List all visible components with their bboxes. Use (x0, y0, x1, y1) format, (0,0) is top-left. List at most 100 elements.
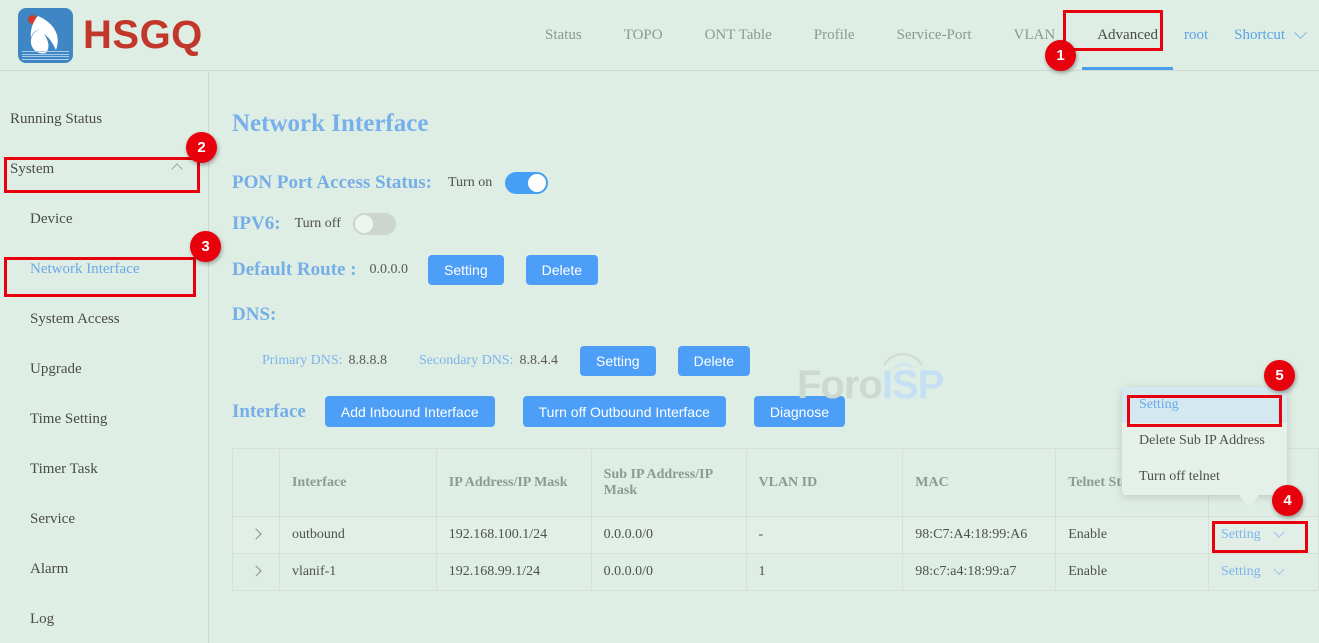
cell-vlan-id: - (746, 517, 903, 554)
sidebar-item-network-interface[interactable]: Network Interface (0, 244, 208, 294)
sidebar-label: Alarm (30, 561, 68, 578)
row-expand-cell[interactable] (233, 554, 280, 591)
dns-setting-button[interactable]: Setting (580, 346, 656, 376)
nav-item-service-port[interactable]: Service-Port (897, 0, 972, 70)
sidebar-label: Service (30, 511, 75, 528)
default-route-setting-button[interactable]: Setting (428, 255, 504, 285)
sidebar-label: System Access (30, 311, 120, 328)
dns-section-label-row: DNS: (232, 304, 276, 326)
sidebar-label: Upgrade (30, 361, 82, 378)
watermark-part1: Foro (797, 363, 882, 407)
table-header-vlan-id: VLAN ID (746, 449, 903, 517)
brand-logo[interactable]: HSGQ (18, 8, 203, 63)
cell-action: Setting (1209, 517, 1319, 554)
table-header-ip: IP Address/IP Mask (436, 449, 591, 517)
chevron-down-icon (1273, 527, 1284, 538)
sidebar-item-device[interactable]: Device (0, 194, 208, 244)
dropdown-item-setting[interactable]: Setting (1122, 387, 1287, 423)
sidebar-label: Device (30, 211, 72, 228)
nav-item-topo[interactable]: TOPO (624, 0, 663, 70)
sidebar-item-time-setting[interactable]: Time Setting (0, 394, 208, 444)
dropdown-item-turn-off-telnet[interactable]: Turn off telnet (1122, 459, 1287, 495)
primary-dns-value: 8.8.8.8 (349, 353, 388, 369)
cell-telnet-status: Enable (1056, 554, 1209, 591)
pon-port-label: PON Port Access Status: (232, 172, 432, 194)
chevron-right-icon[interactable] (250, 565, 261, 576)
nav-item-ont-table[interactable]: ONT Table (705, 0, 772, 70)
dns-values-row: Primary DNS: 8.8.8.8 Secondary DNS: 8.8.… (262, 346, 750, 376)
annotation-badge-3: 3 (190, 231, 221, 262)
cell-action: Setting (1209, 554, 1319, 591)
pon-port-toggle[interactable] (505, 172, 548, 194)
chevron-right-icon[interactable] (250, 528, 261, 539)
current-user-label[interactable]: root (1184, 27, 1208, 44)
interface-label: Interface (232, 401, 306, 423)
shortcut-label: Shortcut (1234, 27, 1285, 44)
sidebar-label: Log (30, 611, 54, 628)
cell-vlan-id: 1 (746, 554, 903, 591)
row-setting-dropdown-trigger[interactable]: Setting (1221, 527, 1283, 543)
dns-delete-button[interactable]: Delete (678, 346, 750, 376)
cell-sub-ip: 0.0.0.0/0 (591, 554, 746, 591)
user-area: root Shortcut (1184, 0, 1305, 70)
table-header-expand (233, 449, 280, 517)
secondary-dns-label: Secondary DNS: (419, 353, 514, 369)
row-setting-label: Setting (1221, 564, 1261, 580)
shortcut-menu[interactable]: Shortcut (1234, 27, 1305, 44)
table-body: outbound 192.168.100.1/24 0.0.0.0/0 - 98… (233, 517, 1319, 591)
foroisp-watermark: ForoISP (797, 363, 943, 408)
interface-actions-row: Interface Add Inbound Interface Turn off… (232, 396, 845, 427)
sidebar-item-system[interactable]: System (0, 144, 208, 194)
table-row: outbound 192.168.100.1/24 0.0.0.0/0 - 98… (233, 517, 1319, 554)
nav-item-status[interactable]: Status (545, 0, 582, 70)
ipv6-toggle[interactable] (353, 213, 396, 235)
sidebar-item-service[interactable]: Service (0, 494, 208, 544)
sidebar-item-log[interactable]: Log (0, 594, 208, 643)
row-expand-cell[interactable] (233, 517, 280, 554)
sidebar-item-timer-task[interactable]: Timer Task (0, 444, 208, 494)
sidebar-item-alarm[interactable]: Alarm (0, 544, 208, 594)
cell-mac: 98:c7:a4:18:99:a7 (903, 554, 1056, 591)
cell-interface: outbound (279, 517, 436, 554)
default-route-delete-button[interactable]: Delete (526, 255, 598, 285)
table-header-sub-ip: Sub IP Address/IP Mask (591, 449, 746, 517)
toggle-knob (528, 174, 546, 192)
sidebar-item-upgrade[interactable]: Upgrade (0, 344, 208, 394)
annotation-badge-1: 1 (1045, 40, 1076, 71)
sidebar-item-system-access[interactable]: System Access (0, 294, 208, 344)
table-header-mac: MAC (903, 449, 1056, 517)
row-setting-label: Setting (1221, 527, 1261, 543)
ipv6-row: IPV6: Turn off (232, 213, 396, 235)
chevron-down-icon (1273, 564, 1284, 575)
turn-off-outbound-interface-button[interactable]: Turn off Outbound Interface (523, 396, 726, 427)
annotation-badge-2: 2 (186, 132, 217, 163)
chevron-up-icon (171, 163, 182, 174)
row-action-dropdown-menu: Setting Delete Sub IP Address Turn off t… (1122, 387, 1287, 495)
nav-item-profile[interactable]: Profile (814, 0, 855, 70)
add-inbound-interface-button[interactable]: Add Inbound Interface (325, 396, 495, 427)
nav-item-advanced[interactable]: Advanced (1097, 0, 1158, 70)
cell-telnet-status: Enable (1056, 517, 1209, 554)
annotation-badge-4: 4 (1272, 485, 1303, 516)
sidebar-label: Timer Task (30, 461, 98, 478)
cell-sub-ip: 0.0.0.0/0 (591, 517, 746, 554)
secondary-dns-value: 8.8.4.4 (520, 353, 559, 369)
default-route-value: 0.0.0.0 (370, 262, 409, 278)
sidebar-label: Time Setting (30, 411, 107, 428)
row-setting-dropdown-trigger[interactable]: Setting (1221, 564, 1283, 580)
default-route-row: Default Route : 0.0.0.0 Setting Delete (232, 255, 598, 285)
default-route-label: Default Route : (232, 259, 357, 281)
table-row: vlanif-1 192.168.99.1/24 0.0.0.0/0 1 98:… (233, 554, 1319, 591)
dropdown-item-delete-sub-ip-address[interactable]: Delete Sub IP Address (1122, 423, 1287, 459)
cell-mac: 98:C7:A4:18:99:A6 (903, 517, 1056, 554)
app-root: HSGQ Status TOPO ONT Table Profile Servi… (0, 0, 1319, 643)
sidebar-label: System (10, 161, 54, 178)
brand-name: HSGQ (83, 13, 203, 58)
chevron-down-icon (1294, 26, 1307, 39)
pon-port-row: PON Port Access Status: Turn on (232, 172, 548, 194)
dns-label: DNS: (232, 304, 276, 326)
sidebar-item-running-status[interactable]: Running Status (0, 94, 208, 144)
cell-ip: 192.168.100.1/24 (436, 517, 591, 554)
wifi-arc-icon (880, 349, 926, 371)
hsgq-logo-icon (18, 8, 73, 63)
